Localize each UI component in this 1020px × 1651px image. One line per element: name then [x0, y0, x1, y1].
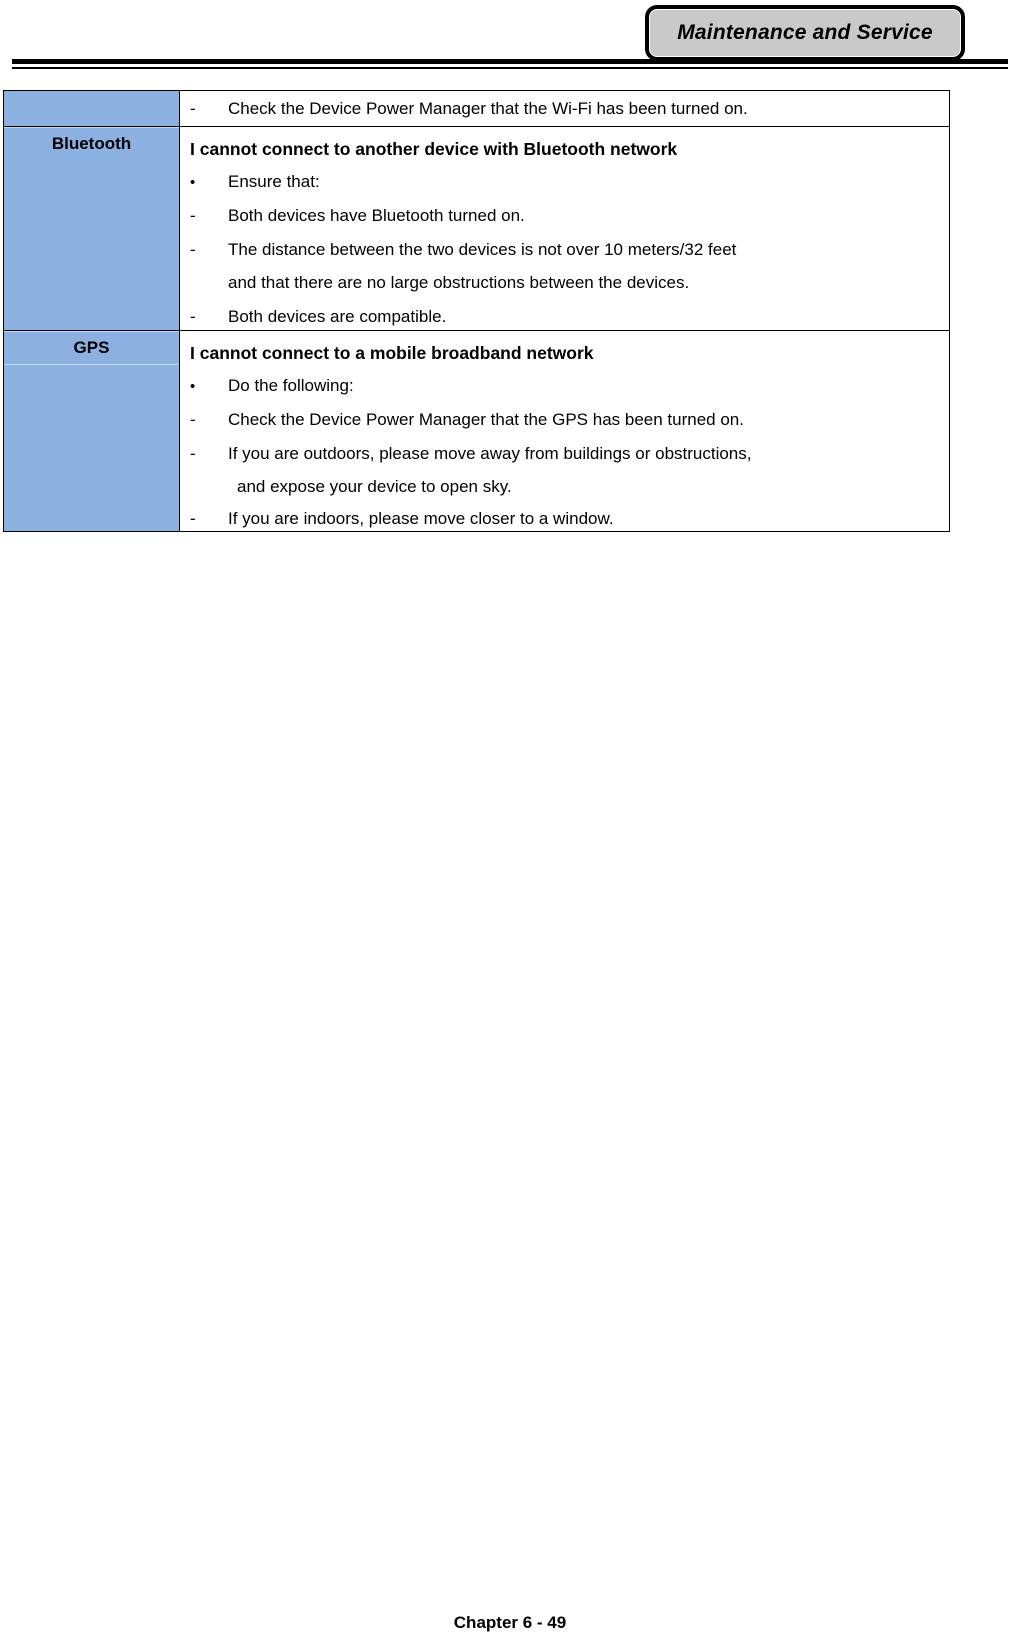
- header-title: Maintenance and Service: [677, 21, 933, 44]
- troubleshooting-table: - Check the Device Power Manager that th…: [3, 90, 950, 533]
- row-label: [4, 91, 179, 103]
- row-content-cell: - Check the Device Power Manager that th…: [179, 90, 950, 127]
- row-label-cell: [3, 90, 180, 127]
- list-item-text: Check the Device Power Manager that the …: [228, 409, 744, 429]
- row-label: GPS: [4, 330, 179, 365]
- table-row: Bluetooth I cannot connect to another de…: [3, 125, 950, 331]
- list-item-text: Both devices are compatible.: [228, 306, 447, 326]
- list-marker: -: [190, 99, 196, 118]
- row-label-cell-gps: GPS: [3, 329, 180, 533]
- table-row: GPS I cannot connect to a mobile broadba…: [3, 329, 950, 533]
- list-item-text: If you are indoors, please move closer t…: [228, 508, 614, 528]
- row-content-cell: I cannot connect to a mobile broadband n…: [179, 329, 950, 533]
- header-title-box: Maintenance and Service: [645, 5, 965, 61]
- list-item-line: If you are outdoors, please move away fr…: [228, 443, 752, 463]
- row-label-cell-bluetooth: Bluetooth: [3, 125, 180, 331]
- list-item: - The distance between the two devices i…: [180, 229, 949, 296]
- list-item-line: The distance between the two devices is …: [228, 239, 737, 259]
- page-footer: Chapter 6 - 49: [0, 1613, 1020, 1633]
- table-row: - Check the Device Power Manager that th…: [3, 90, 950, 127]
- list-marker: -: [190, 443, 196, 463]
- list-item: • Do the following:: [180, 365, 949, 399]
- list-item: • Ensure that:: [180, 161, 949, 195]
- list-item-continuation: and that there are no large obstructions…: [228, 273, 690, 293]
- row-content-cell: I cannot connect to another device with …: [179, 125, 950, 331]
- page-number-label: Chapter 6 - 49: [453, 1613, 567, 1632]
- list-item-text: Do the following:: [228, 376, 354, 396]
- list-marker: -: [190, 239, 196, 259]
- list-marker: -: [190, 206, 196, 226]
- row-label: Bluetooth: [4, 126, 179, 160]
- list-item: - Check the Device Power Manager that th…: [180, 399, 949, 433]
- list-marker: -: [190, 409, 196, 429]
- list-marker: -: [190, 306, 196, 326]
- list-item-text: Check the Device Power Manager that the …: [228, 99, 748, 118]
- header-rule-thin: [12, 67, 1008, 69]
- list-item-text: Both devices have Bluetooth turned on.: [228, 206, 525, 226]
- list-item-text: The distance between the two devices is …: [228, 238, 949, 296]
- list-item: - Both devices have Bluetooth turned on.: [180, 195, 949, 229]
- row-heading: I cannot connect to a mobile broadband n…: [190, 342, 594, 363]
- list-marker: •: [190, 378, 196, 396]
- list-item-continuation: and expose your device to open sky.: [237, 477, 512, 497]
- list-item-text: If you are outdoors, please move away fr…: [228, 442, 949, 500]
- list-item-text: Ensure that:: [228, 172, 320, 192]
- list-item: - If you are outdoors, please move away …: [180, 433, 949, 500]
- table-body: - Check the Device Power Manager that th…: [3, 90, 950, 533]
- row-heading: I cannot connect to another device with …: [190, 138, 678, 159]
- page-header: Maintenance and Service: [0, 0, 1020, 80]
- list-item: - Check the Device Power Manager that th…: [180, 91, 949, 126]
- list-item: - Both devices are compatible.: [180, 296, 949, 330]
- list-marker: •: [190, 174, 196, 192]
- list-marker: -: [190, 508, 196, 528]
- list-item: - If you are indoors, please move closer…: [180, 500, 949, 532]
